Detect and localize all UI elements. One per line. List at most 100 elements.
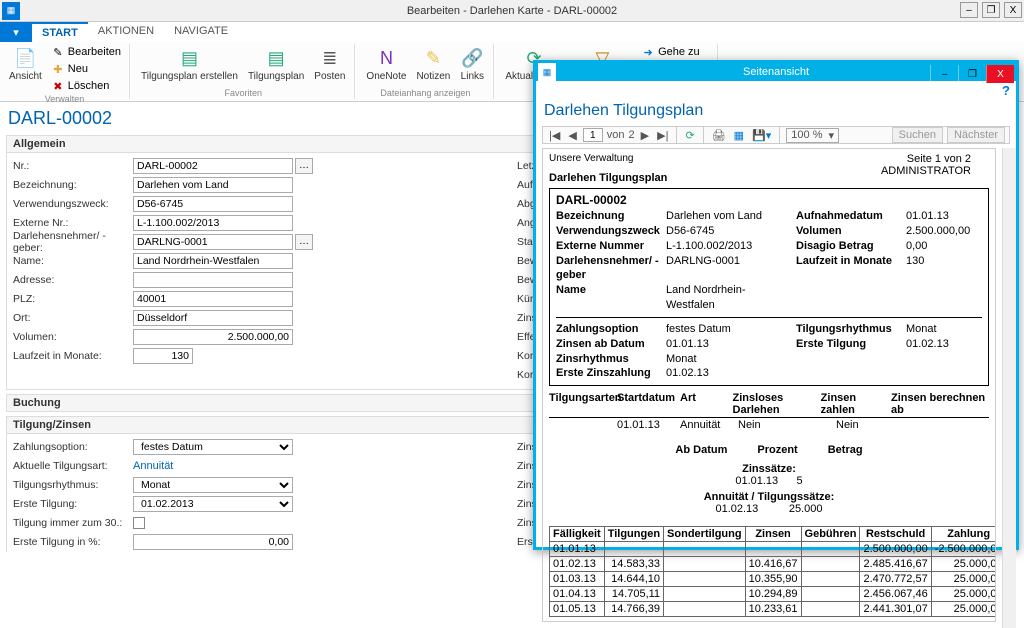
tilgungimmer-checkbox[interactable]	[133, 517, 145, 529]
summary-box: DARL-00002 BezeichnungDarlehen vom Land …	[549, 188, 989, 386]
tilgungsplan-button[interactable]: ▤Tilgungsplan	[245, 44, 307, 84]
bearbeiten-button[interactable]: ✎Bearbeiten	[49, 44, 123, 60]
erstetilgungpct-field[interactable]	[133, 534, 293, 550]
plz-field[interactable]	[133, 291, 293, 307]
nr-lookup[interactable]: …	[295, 158, 313, 174]
preview-scrollbar[interactable]	[1002, 148, 1016, 628]
group-favoriten-label: Favoriten	[224, 88, 262, 98]
goto-icon: ➜	[641, 45, 655, 59]
name-field[interactable]	[133, 253, 293, 269]
tilgungsrhythmus-label: Tilgungsrhythmus:	[13, 479, 133, 491]
onenote-icon: N	[374, 46, 398, 70]
zoom-select[interactable]: 100 %▾	[786, 128, 839, 143]
window-titlebar: ▦ Bearbeiten - Darlehen Karte - DARL-000…	[0, 0, 1024, 22]
zahlungsoption-label: Zahlungsoption:	[13, 441, 133, 453]
ribbon-tabs: ▾ START AKTIONEN NAVIGATE	[0, 22, 1024, 42]
preview-page-indicator: Seite 1 von 2	[881, 153, 971, 165]
preview-titlebar: ▦ Seitenansicht – ❐ X	[536, 63, 1016, 81]
gehezu-button[interactable]: ➜Gehe zu	[639, 44, 711, 60]
file-menu[interactable]: ▾	[0, 22, 32, 42]
volumen-label: Volumen:	[13, 331, 133, 343]
externenr-label: Externe Nr.:	[13, 217, 133, 229]
bezeichnung-field[interactable]	[133, 177, 293, 193]
preview-maximize-button[interactable]: ❐	[958, 65, 986, 83]
tab-navigate[interactable]: NAVIGATE	[164, 22, 238, 42]
page-of-label: von	[607, 129, 625, 141]
loeschen-button[interactable]: ✖Löschen	[49, 78, 123, 94]
zahlungsoption-select[interactable]: festes Datum	[133, 439, 293, 455]
refresh-preview-button[interactable]: ⟳	[683, 129, 696, 142]
app-icon: ▦	[2, 2, 20, 20]
laufzeit-field[interactable]	[133, 348, 193, 364]
close-button[interactable]: X	[1004, 2, 1022, 18]
links-button[interactable]: 🔗Links	[457, 44, 487, 84]
posten-icon: ≣	[318, 46, 342, 70]
nr-label: Nr.:	[13, 160, 133, 172]
summary-id: DARL-00002	[556, 193, 982, 207]
last-page-button[interactable]: ▶|	[655, 129, 670, 142]
tab-start[interactable]: START	[32, 22, 88, 42]
edit-icon: ✎	[51, 45, 65, 59]
page-number-field[interactable]	[583, 128, 603, 142]
externenr-field[interactable]	[133, 215, 293, 231]
view-icon: 📄	[13, 46, 37, 70]
erstetilgungpct-label: Erste Tilgung in %:	[13, 536, 133, 548]
delete-icon: ✖	[51, 79, 65, 93]
bezeichnung-label: Bezeichnung:	[13, 179, 133, 191]
tilgungsplan-erstellen-button[interactable]: ▤Tilgungsplan erstellen	[138, 44, 241, 84]
adresse-field[interactable]	[133, 272, 293, 288]
preview-title: Seitenansicht	[743, 66, 809, 78]
name-label: Name:	[13, 255, 133, 267]
neu-button[interactable]: ✚Neu	[49, 61, 123, 77]
verwendungszweck-label: Verwendungszweck:	[13, 198, 133, 210]
minimize-button[interactable]: –	[960, 2, 978, 18]
posten-button[interactable]: ≣Posten	[311, 44, 348, 84]
onenote-button[interactable]: NOneNote	[363, 44, 409, 84]
preview-window: ▦ Seitenansicht – ❐ X ? Darlehen Tilgung…	[533, 60, 1019, 550]
erstetilgung-select[interactable]: 01.02.2013	[133, 496, 293, 512]
chevron-down-icon: ▾	[828, 129, 834, 142]
ort-field[interactable]	[133, 310, 293, 326]
layout-button[interactable]: ▦	[732, 129, 746, 142]
ansicht-button[interactable]: 📄Ansicht	[6, 44, 45, 84]
print-button[interactable]: 🖨	[710, 129, 728, 142]
window-title: Bearbeiten - Darlehen Karte - DARL-00002	[407, 5, 617, 17]
nr-field[interactable]	[133, 158, 293, 174]
find-button[interactable]: Suchen	[892, 127, 943, 143]
erstetilgung-label: Erste Tilgung:	[13, 498, 133, 510]
prev-page-button[interactable]: ◀	[566, 129, 578, 142]
tilgungsart-link[interactable]: Annuität	[133, 460, 173, 472]
laufzeit-label: Laufzeit in Monate:	[13, 350, 133, 362]
new-icon: ✚	[51, 62, 65, 76]
links-icon: 🔗	[460, 46, 484, 70]
preview-minimize-button[interactable]: –	[930, 65, 958, 83]
tab-aktionen[interactable]: AKTIONEN	[88, 22, 164, 42]
preview-user: ADMINISTRATOR	[881, 165, 971, 177]
maximize-button[interactable]: ❐	[982, 2, 1000, 18]
adresse-label: Adresse:	[13, 274, 133, 286]
tilgungsrhythmus-select[interactable]: Monat	[133, 477, 293, 493]
preview-help-button[interactable]: ?	[1002, 83, 1010, 98]
preview-toolbar: |◀ ◀ von 2 ▶ ▶| ⟳ 🖨 ▦ 💾▾ 100 %▾ Suchen N…	[542, 126, 1010, 144]
find-next-button[interactable]: Nächster	[947, 127, 1005, 143]
export-button[interactable]: 💾▾	[750, 129, 773, 142]
tilgungsart-label: Aktuelle Tilgungsart:	[13, 460, 133, 472]
plan-create-icon: ▤	[177, 46, 201, 70]
preview-page: Unsere Verwaltung Seite 1 von 2 ADMINIST…	[542, 148, 996, 622]
next-page-button[interactable]: ▶	[639, 129, 651, 142]
darlehensnehmer-field[interactable]	[133, 234, 293, 250]
group-datei-label: Dateianhang anzeigen	[380, 88, 470, 98]
volumen-field[interactable]	[133, 329, 293, 345]
first-page-button[interactable]: |◀	[547, 129, 562, 142]
tilgungimmer-label: Tilgung immer zum 30.:	[13, 517, 133, 529]
preview-close-button[interactable]: X	[986, 65, 1014, 83]
verwendungszweck-field[interactable]	[133, 196, 293, 212]
tilgung-table: FälligkeitTilgungenSondertilgungZinsenGe…	[549, 526, 996, 617]
page-total: 2	[629, 129, 635, 141]
ort-label: Ort:	[13, 312, 133, 324]
tilgungsarten-row: 01.01.13 Annuität Nein Nein	[549, 418, 989, 432]
darlehensnehmer-lookup[interactable]: …	[295, 234, 313, 250]
plan-icon: ▤	[264, 46, 288, 70]
notizen-button[interactable]: ✎Notizen	[413, 44, 453, 84]
darlehensnehmer-label: Darlehensnehmer/ -geber:	[13, 230, 133, 254]
